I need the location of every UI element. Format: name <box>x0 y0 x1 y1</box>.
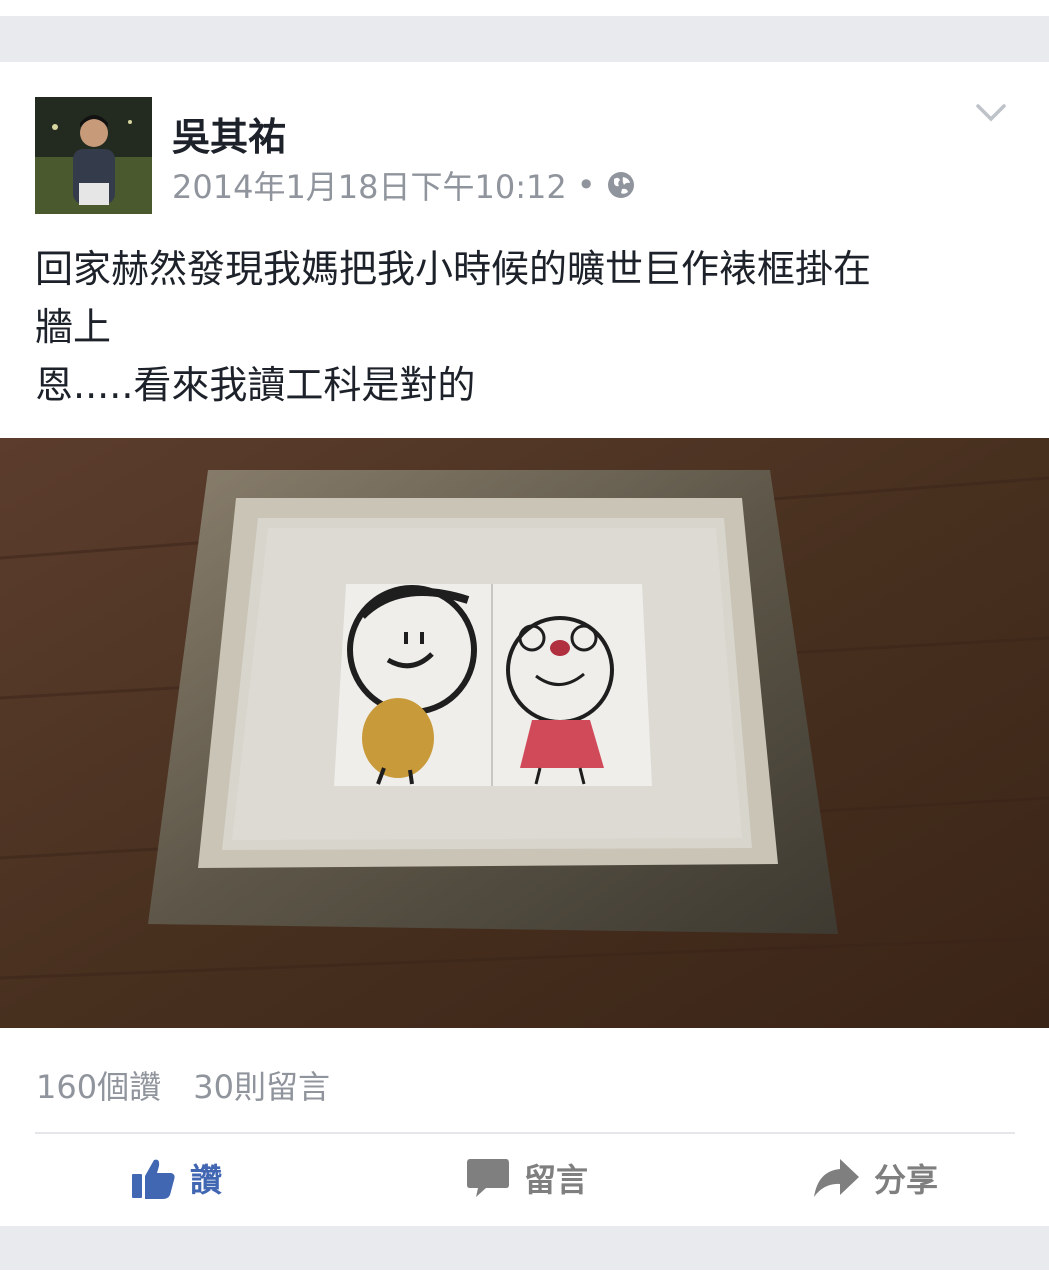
share-button[interactable]: 分享 <box>812 1152 938 1204</box>
like-count[interactable]: 160個讚 <box>36 1068 161 1106</box>
post-stats: 160個讚 30則留言 <box>36 1062 330 1108</box>
avatar[interactable] <box>35 97 152 214</box>
post-text-line: 恩.....看來我讀工科是對的 <box>35 363 476 407</box>
like-button[interactable]: 讚 <box>130 1152 222 1204</box>
post-text-line: 回家赫然發現我媽把我小時候的曠世巨作裱框掛在 <box>35 247 872 291</box>
post-text: 回家赫然發現我媽把我小時候的曠世巨作裱框掛在 牆上 恩.....看來我讀工科是對… <box>35 240 1015 414</box>
comment-button[interactable]: 留言 <box>466 1152 588 1204</box>
feed-separator-top <box>0 16 1049 62</box>
share-icon <box>814 1159 859 1197</box>
comment-count[interactable]: 30則留言 <box>193 1068 330 1106</box>
author-name[interactable]: 吳其祐 <box>172 106 286 161</box>
meta-separator: • <box>576 166 596 204</box>
like-label: 讚 <box>190 1161 223 1199</box>
post-timestamp[interactable]: 2014年1月18日下午10:12 <box>172 162 567 208</box>
divider <box>35 1132 1015 1134</box>
post-card: 吳其祐 2014年1月18日下午10:12 • 回家赫然發現我媽把我小時候的曠世… <box>0 62 1049 1226</box>
comment-icon <box>467 1159 509 1197</box>
post-photo[interactable] <box>0 438 1049 1028</box>
share-label: 分享 <box>874 1161 939 1199</box>
feed-separator-bottom <box>0 1226 1049 1270</box>
globe-icon[interactable] <box>606 170 636 200</box>
comment-label: 留言 <box>524 1161 589 1199</box>
chevron-down-icon[interactable] <box>975 102 1007 124</box>
top-strip <box>0 0 1049 16</box>
bottom-strip <box>0 1270 1049 1280</box>
thumbs-up-icon <box>132 1159 175 1199</box>
post-text-line: 牆上 <box>35 305 112 349</box>
post-meta: 2014年1月18日下午10:12 • <box>172 162 636 208</box>
